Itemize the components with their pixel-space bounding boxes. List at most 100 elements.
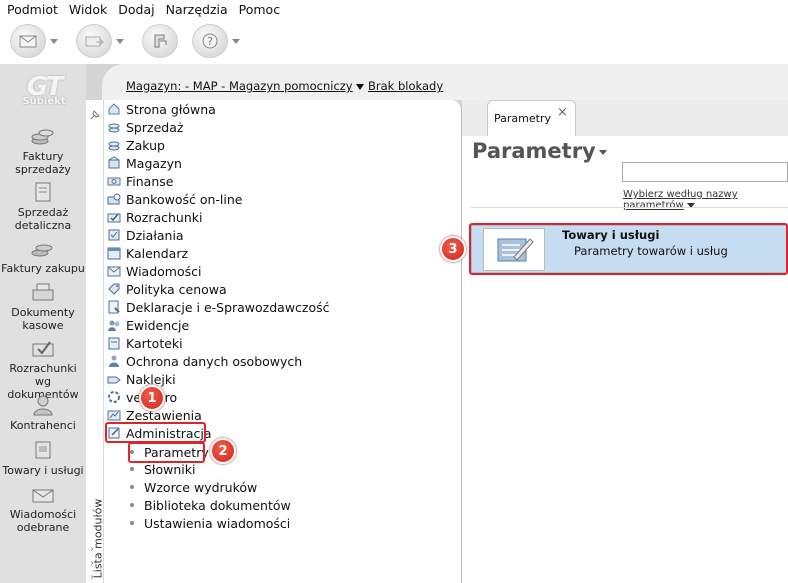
module-label: Sprzedaż [126, 119, 184, 135]
report-icon [107, 408, 121, 422]
module-label: Ochrona danych osobowych [126, 353, 303, 369]
module-sprzedaz[interactable]: Sprzedaż [107, 118, 183, 136]
annotation-badge-1: 1 [139, 385, 165, 411]
menu-bar: Podmiot Widok Dodaj Narzędzia Pomoc [0, 0, 788, 18]
receipt-icon [35, 182, 51, 202]
annotation-box-administracja [105, 422, 206, 443]
page-title-text: Parametry [472, 139, 596, 163]
module-label: Kalendarz [126, 245, 189, 261]
module-strona-glowna[interactable]: Strona główna [107, 100, 216, 118]
svg-text:?: ? [207, 35, 213, 48]
submodule-ustawienia-wiadomosci[interactable]: Ustawienia wiadomości [130, 514, 290, 532]
sidebar-item-faktury-zakupu[interactable]: Faktury zakupu [0, 236, 86, 275]
menu-narzedzia[interactable]: Narzędzia [159, 2, 232, 17]
module-label: Wiadomości [126, 263, 202, 279]
module-label: Zestawienia [126, 407, 202, 423]
logo-text: Subiekt [22, 96, 66, 107]
products-icon [35, 441, 51, 459]
chevron-down-icon[interactable] [232, 38, 240, 44]
module-label: Finanse [126, 173, 174, 189]
module-label: Ewidencje [126, 317, 190, 333]
coins-icon [31, 244, 53, 257]
checkmark-icon [32, 341, 54, 357]
toolbar-forward-button[interactable] [76, 24, 134, 58]
submodule-biblioteka-dokumentow[interactable]: Biblioteka dokumentów [130, 496, 291, 514]
sidebar-item-dokumenty-kasowe[interactable]: Dokumenty kasowe [0, 280, 86, 332]
lock-status-link[interactable]: Brak blokady [368, 79, 443, 93]
bullet-icon [130, 503, 134, 507]
sidebar-item-kontrahenci[interactable]: Kontrahenci [0, 393, 86, 432]
module-panel-label: Lista modułów [91, 498, 105, 579]
home-icon [107, 102, 121, 116]
envelope-icon [107, 264, 121, 278]
chevron-down-icon [598, 149, 607, 155]
module-naklejki[interactable]: Naklejki [107, 370, 176, 388]
page-title[interactable]: Parametry [472, 139, 607, 163]
module-dzialania[interactable]: Działania [107, 226, 184, 244]
warehouse-selector[interactable]: Magazyn: - MAP - Magazyn pomocniczy [126, 79, 364, 93]
module-label: Magazyn [126, 155, 182, 171]
module-ewidencje[interactable]: Ewidencje [107, 316, 189, 334]
calendar-icon [107, 246, 121, 260]
module-kalendarz[interactable]: Kalendarz [107, 244, 188, 262]
module-zakup[interactable]: Zakup [107, 136, 165, 154]
logo: GT Subiekt [14, 72, 74, 112]
label-icon [107, 372, 121, 386]
module-wiadomosci[interactable]: Wiadomości [107, 262, 201, 280]
sidebar-item-label: Faktury sprzedaży [15, 150, 71, 176]
sidebar-item-towary[interactable]: Towary i usługi [0, 438, 86, 477]
menu-pomoc[interactable]: Pomoc [232, 2, 284, 17]
module-polityka-cenowa[interactable]: Polityka cenowa [107, 280, 227, 298]
annotation-badge-3: 3 [440, 236, 466, 262]
toolbar: ? [0, 18, 788, 64]
submodule-label: Słowniki [144, 461, 196, 477]
search-input[interactable] [622, 162, 788, 182]
module-label: Kartoteki [126, 335, 183, 351]
annotation-box-result [469, 223, 788, 275]
menu-podmiot[interactable]: Podmiot [0, 2, 62, 17]
bullet-icon [130, 521, 134, 525]
menu-dodaj[interactable]: Dodaj [111, 2, 158, 17]
annotation-badge-2: 2 [210, 438, 236, 464]
module-kartoteki[interactable]: Kartoteki [107, 334, 183, 352]
person-icon [33, 395, 53, 416]
checkmark-icon [107, 210, 121, 224]
chevron-down-icon[interactable] [50, 38, 58, 44]
module-label: Rozrachunki [126, 209, 203, 225]
module-magazyn[interactable]: Magazyn [107, 154, 182, 172]
sidebar-item-wiadomosci[interactable]: Wiadomości odebrane [0, 482, 86, 534]
card-icon [107, 336, 121, 350]
toolbar-mail-button[interactable] [10, 24, 68, 58]
submodule-wzorce-wydrukow[interactable]: Wzorce wydruków [130, 478, 257, 496]
module-label: Strona główna [126, 101, 216, 117]
module-ochrona-danych[interactable]: Ochrona danych osobowych [107, 352, 302, 370]
warehouse-icon [107, 156, 121, 170]
toolbar-help-button[interactable]: ? [192, 24, 250, 58]
module-deklaracje[interactable]: Deklaracje i e-Sprawozdawczość [107, 298, 330, 316]
pin-icon[interactable] [88, 108, 102, 122]
module-rozrachunki[interactable]: Rozrachunki [107, 208, 202, 226]
coins-icon [31, 129, 54, 145]
chevron-down-icon[interactable] [116, 38, 124, 44]
module-label: Bankowość on-line [126, 191, 243, 207]
toolbar-sync-button[interactable] [142, 24, 184, 58]
sidebar-item-faktury-sprzedazy[interactable]: Faktury sprzedaży [0, 124, 86, 176]
money-icon [107, 174, 121, 188]
close-icon[interactable]: × [557, 105, 568, 120]
vendero-icon [107, 390, 121, 404]
divider [470, 207, 788, 208]
module-finanse[interactable]: Finanse [107, 172, 173, 190]
menu-widok[interactable]: Widok [62, 2, 111, 17]
tag-icon [107, 282, 121, 296]
module-label: Zakup [126, 137, 165, 153]
module-bankowosc[interactable]: Bankowość on-line [107, 190, 242, 208]
bank-icon [107, 192, 121, 206]
module-panel-collapse-strip[interactable]: › › › Lista modułów [86, 100, 105, 583]
sidebar-item-rozrachunki[interactable]: Rozrachunki wg dokumentów [0, 336, 86, 401]
person-icon [107, 354, 121, 368]
sidebar-item-sprzedaz-detaliczna[interactable]: Sprzedaż detaliczna [0, 180, 86, 232]
submodule-label: Wzorce wydruków [144, 479, 258, 495]
coins-icon [107, 138, 121, 152]
sidebar-item-label: Faktury zakupu [1, 262, 85, 275]
mail-forward-icon [76, 24, 112, 58]
